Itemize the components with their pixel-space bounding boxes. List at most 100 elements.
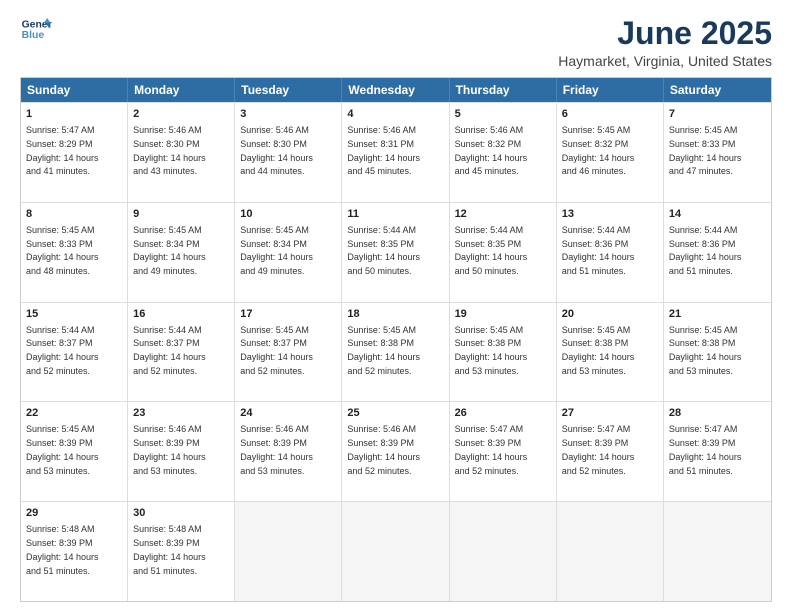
- calendar-row-5: 29 Sunrise: 5:48 AMSunset: 8:39 PMDayligh…: [21, 501, 771, 601]
- day-number: 3: [240, 107, 336, 122]
- cell-info: Sunrise: 5:45 AMSunset: 8:37 PMDaylight:…: [240, 325, 313, 376]
- day-number: 10: [240, 207, 336, 222]
- day-number: 27: [562, 406, 658, 421]
- day-number: 26: [455, 406, 551, 421]
- calendar-cell: [664, 502, 771, 601]
- day-number: 15: [26, 307, 122, 322]
- cell-info: Sunrise: 5:47 AMSunset: 8:39 PMDaylight:…: [455, 424, 528, 475]
- calendar-cell: 18 Sunrise: 5:45 AMSunset: 8:38 PMDayligh…: [342, 303, 449, 402]
- header-wednesday: Wednesday: [342, 78, 449, 102]
- day-number: 21: [669, 307, 766, 322]
- cell-info: Sunrise: 5:47 AMSunset: 8:29 PMDaylight:…: [26, 125, 99, 176]
- day-number: 23: [133, 406, 229, 421]
- day-number: 14: [669, 207, 766, 222]
- calendar-cell: 23 Sunrise: 5:46 AMSunset: 8:39 PMDayligh…: [128, 402, 235, 501]
- header-saturday: Saturday: [664, 78, 771, 102]
- calendar-cell: 4Sunrise: 5:46 AMSunset: 8:31 PMDaylight…: [342, 103, 449, 202]
- calendar-cell: 30 Sunrise: 5:48 AMSunset: 8:39 PMDayligh…: [128, 502, 235, 601]
- cell-info: Sunrise: 5:45 AMSunset: 8:39 PMDaylight:…: [26, 424, 99, 475]
- day-number: 30: [133, 506, 229, 521]
- calendar-cell: [235, 502, 342, 601]
- calendar-cell: 25 Sunrise: 5:46 AMSunset: 8:39 PMDayligh…: [342, 402, 449, 501]
- header-tuesday: Tuesday: [235, 78, 342, 102]
- cell-info: Sunrise: 5:45 AMSunset: 8:34 PMDaylight:…: [240, 225, 313, 276]
- calendar-cell: 11 Sunrise: 5:44 AMSunset: 8:35 PMDayligh…: [342, 203, 449, 302]
- cell-info: Sunrise: 5:44 AMSunset: 8:36 PMDaylight:…: [562, 225, 635, 276]
- day-number: 16: [133, 307, 229, 322]
- cell-info: Sunrise: 5:45 AMSunset: 8:33 PMDaylight:…: [669, 125, 742, 176]
- calendar-cell: 8Sunrise: 5:45 AMSunset: 8:33 PMDaylight…: [21, 203, 128, 302]
- cell-info: Sunrise: 5:46 AMSunset: 8:39 PMDaylight:…: [240, 424, 313, 475]
- cell-info: Sunrise: 5:45 AMSunset: 8:38 PMDaylight:…: [562, 325, 635, 376]
- calendar-cell: 13 Sunrise: 5:44 AMSunset: 8:36 PMDayligh…: [557, 203, 664, 302]
- cell-info: Sunrise: 5:46 AMSunset: 8:31 PMDaylight:…: [347, 125, 420, 176]
- calendar-row-3: 15 Sunrise: 5:44 AMSunset: 8:37 PMDayligh…: [21, 302, 771, 402]
- cell-info: Sunrise: 5:44 AMSunset: 8:37 PMDaylight:…: [133, 325, 206, 376]
- calendar-cell: 9Sunrise: 5:45 AMSunset: 8:34 PMDaylight…: [128, 203, 235, 302]
- day-number: 28: [669, 406, 766, 421]
- cell-info: Sunrise: 5:45 AMSunset: 8:38 PMDaylight:…: [669, 325, 742, 376]
- calendar-cell: 10 Sunrise: 5:45 AMSunset: 8:34 PMDayligh…: [235, 203, 342, 302]
- calendar: Sunday Monday Tuesday Wednesday Thursday…: [20, 77, 772, 602]
- day-number: 17: [240, 307, 336, 322]
- header-friday: Friday: [557, 78, 664, 102]
- day-number: 24: [240, 406, 336, 421]
- calendar-cell: 24 Sunrise: 5:46 AMSunset: 8:39 PMDayligh…: [235, 402, 342, 501]
- day-number: 13: [562, 207, 658, 222]
- logo: General Blue: [20, 16, 52, 44]
- calendar-cell: 5Sunrise: 5:46 AMSunset: 8:32 PMDaylight…: [450, 103, 557, 202]
- calendar-row-1: 1 Sunrise: 5:47 AMSunset: 8:29 PMDaylight…: [21, 102, 771, 202]
- cell-info: Sunrise: 5:45 AMSunset: 8:38 PMDaylight:…: [347, 325, 420, 376]
- day-number: 5: [455, 107, 551, 122]
- cell-info: Sunrise: 5:46 AMSunset: 8:30 PMDaylight:…: [133, 125, 206, 176]
- calendar-header: Sunday Monday Tuesday Wednesday Thursday…: [21, 78, 771, 102]
- cell-info: Sunrise: 5:47 AMSunset: 8:39 PMDaylight:…: [669, 424, 742, 475]
- day-number: 2: [133, 107, 229, 122]
- calendar-cell: 20 Sunrise: 5:45 AMSunset: 8:38 PMDayligh…: [557, 303, 664, 402]
- calendar-cell: 19Sunrise: 5:45 AMSunset: 8:38 PMDayligh…: [450, 303, 557, 402]
- day-number: 18: [347, 307, 443, 322]
- calendar-cell: 27Sunrise: 5:47 AMSunset: 8:39 PMDayligh…: [557, 402, 664, 501]
- calendar-cell: 28 Sunrise: 5:47 AMSunset: 8:39 PMDayligh…: [664, 402, 771, 501]
- calendar-cell: [342, 502, 449, 601]
- svg-text:Blue: Blue: [22, 30, 45, 41]
- subtitle: Haymarket, Virginia, United States: [558, 53, 772, 69]
- cell-info: Sunrise: 5:46 AMSunset: 8:39 PMDaylight:…: [347, 424, 420, 475]
- calendar-row-4: 22Sunrise: 5:45 AMSunset: 8:39 PMDayligh…: [21, 401, 771, 501]
- calendar-cell: 17 Sunrise: 5:45 AMSunset: 8:37 PMDayligh…: [235, 303, 342, 402]
- cell-info: Sunrise: 5:46 AMSunset: 8:39 PMDaylight:…: [133, 424, 206, 475]
- cell-info: Sunrise: 5:44 AMSunset: 8:35 PMDaylight:…: [347, 225, 420, 276]
- cell-info: Sunrise: 5:48 AMSunset: 8:39 PMDaylight:…: [133, 524, 206, 575]
- title-area: June 2025 Haymarket, Virginia, United St…: [558, 16, 772, 69]
- day-number: 12: [455, 207, 551, 222]
- calendar-cell: 2 Sunrise: 5:46 AMSunset: 8:30 PMDaylight…: [128, 103, 235, 202]
- cell-info: Sunrise: 5:46 AMSunset: 8:30 PMDaylight:…: [240, 125, 313, 176]
- calendar-cell: 12 Sunrise: 5:44 AMSunset: 8:35 PMDayligh…: [450, 203, 557, 302]
- calendar-cell: 21 Sunrise: 5:45 AMSunset: 8:38 PMDayligh…: [664, 303, 771, 402]
- header-thursday: Thursday: [450, 78, 557, 102]
- calendar-cell: 16 Sunrise: 5:44 AMSunset: 8:37 PMDayligh…: [128, 303, 235, 402]
- cell-info: Sunrise: 5:44 AMSunset: 8:35 PMDaylight:…: [455, 225, 528, 276]
- cell-info: Sunrise: 5:44 AMSunset: 8:37 PMDaylight:…: [26, 325, 99, 376]
- page: General Blue June 2025 Haymarket, Virgin…: [0, 0, 792, 612]
- day-number: 7: [669, 107, 766, 122]
- calendar-cell: 26 Sunrise: 5:47 AMSunset: 8:39 PMDayligh…: [450, 402, 557, 501]
- calendar-cell: 14 Sunrise: 5:44 AMSunset: 8:36 PMDayligh…: [664, 203, 771, 302]
- day-number: 20: [562, 307, 658, 322]
- calendar-cell: 22Sunrise: 5:45 AMSunset: 8:39 PMDayligh…: [21, 402, 128, 501]
- day-number: 11: [347, 207, 443, 222]
- day-number: 1: [26, 107, 122, 122]
- calendar-cell: [450, 502, 557, 601]
- calendar-cell: 29Sunrise: 5:48 AMSunset: 8:39 PMDayligh…: [21, 502, 128, 601]
- day-number: 6: [562, 107, 658, 122]
- calendar-cell: 1 Sunrise: 5:47 AMSunset: 8:29 PMDaylight…: [21, 103, 128, 202]
- day-number: 9: [133, 207, 229, 222]
- logo-icon: General Blue: [20, 16, 52, 44]
- header: General Blue June 2025 Haymarket, Virgin…: [20, 16, 772, 69]
- cell-info: Sunrise: 5:44 AMSunset: 8:36 PMDaylight:…: [669, 225, 742, 276]
- day-number: 25: [347, 406, 443, 421]
- day-number: 8: [26, 207, 122, 222]
- calendar-cell: [557, 502, 664, 601]
- calendar-cell: 7 Sunrise: 5:45 AMSunset: 8:33 PMDaylight…: [664, 103, 771, 202]
- day-number: 29: [26, 506, 122, 521]
